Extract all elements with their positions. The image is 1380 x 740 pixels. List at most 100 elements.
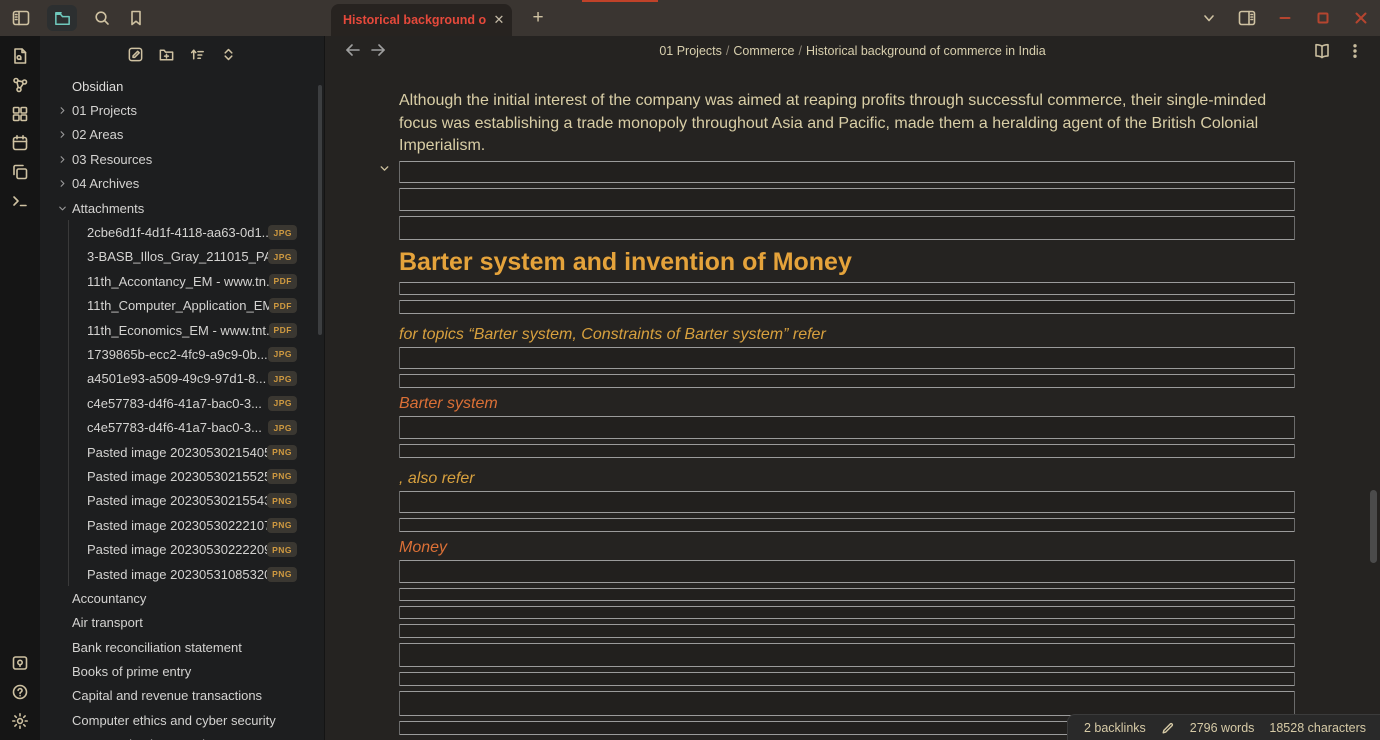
- breadcrumb-item[interactable]: Commerce: [733, 44, 794, 58]
- breadcrumb-separator: /: [798, 44, 802, 58]
- file-item[interactable]: 11th_Accontancy_EM - www.tn... PDF: [87, 269, 324, 293]
- file-name: c4e57783-d4f6-41a7-bac0-3...: [87, 420, 262, 436]
- embed-placeholder: [399, 671, 1295, 686]
- chevron-right-icon: [57, 178, 68, 189]
- note-item[interactable]: Bank reconciliation statement: [40, 635, 324, 659]
- file-item[interactable]: Pasted image 20230530222107 PNG: [87, 513, 324, 537]
- note-item[interactable]: Capital and revenue transactions: [40, 684, 324, 708]
- vault-switcher-icon[interactable]: [11, 654, 29, 672]
- file-name: Pasted image 20230530215543: [87, 493, 268, 509]
- sidebar-folder-04-archives[interactable]: 04 Archives: [40, 172, 324, 196]
- file-item[interactable]: c4e57783-d4f6-41a7-bac0-3... JPG: [87, 415, 324, 439]
- vault-title: Obsidian: [72, 78, 124, 94]
- panel-right-icon[interactable]: [1238, 9, 1256, 27]
- maximize-icon[interactable]: [1314, 9, 1332, 27]
- sidebar-folder-03-resources[interactable]: 03 Resources: [40, 147, 324, 171]
- new-tab-button[interactable]: +: [522, 0, 554, 36]
- tab-close-icon[interactable]: ✕: [486, 12, 512, 28]
- close-icon[interactable]: [1352, 9, 1370, 27]
- file-type-badge: PNG: [267, 517, 297, 533]
- note-item[interactable]: Accountancy: [40, 586, 324, 610]
- editor-scrollbar[interactable]: [1370, 490, 1377, 563]
- file-item[interactable]: c4e57783-d4f6-41a7-bac0-3... JPG: [87, 391, 324, 415]
- help-icon[interactable]: [11, 683, 29, 701]
- sidebar-scrollbar[interactable]: [318, 85, 322, 335]
- file-name: 3-BASB_Illos_Gray_211015_PAR...: [87, 249, 268, 265]
- breadcrumb: 01 Projects / Commerce / Historical backgrou…: [659, 44, 1045, 58]
- embed-placeholder: [399, 559, 1295, 583]
- internal-link[interactable]: Barter system: [399, 395, 498, 412]
- file-item[interactable]: 11th_Economics_EM - www.tnt... PDF: [87, 318, 324, 342]
- embed-placeholder: [399, 187, 1295, 211]
- collapse-all-icon[interactable]: [220, 46, 237, 63]
- daily-note-icon[interactable]: [11, 134, 29, 152]
- file-item[interactable]: Pasted image 20230530215525 PNG: [87, 464, 324, 488]
- file-item[interactable]: 3-BASB_Illos_Gray_211015_PAR...JPG: [87, 245, 324, 269]
- obsidian-window: { "titlebar": { "tab": { "title": "Histo…: [0, 0, 1380, 740]
- file-item[interactable]: 1739865b-ecc2-4fc9-a9c9-0b... JPG: [87, 342, 324, 366]
- sort-order-icon[interactable]: [189, 46, 206, 63]
- file-type-badge: JPG: [268, 346, 297, 362]
- file-explorer-tab-button[interactable]: [47, 5, 77, 31]
- embed-group: [399, 281, 1295, 314]
- search-icon[interactable]: [93, 9, 111, 27]
- quick-switcher-icon[interactable]: [11, 47, 29, 65]
- embed-group: [399, 415, 1295, 458]
- embed-placeholder: [399, 642, 1295, 667]
- file-name: 1739865b-ecc2-4fc9-a9c9-0b...: [87, 346, 268, 362]
- sidebar-folder-01-projects[interactable]: 01 Projects: [40, 98, 324, 122]
- file-name: Pasted image 20230530215525: [87, 468, 268, 484]
- pencil-icon[interactable]: [1161, 721, 1175, 735]
- internal-link[interactable]: Money: [399, 539, 447, 556]
- file-explorer-sidebar: Obsidian 01 Projects 02 Areas 03 Resources 0…: [40, 36, 325, 740]
- canvas-icon[interactable]: [11, 105, 29, 123]
- embed-placeholder: [399, 587, 1295, 601]
- attachments-children: 2cbe6d1f-4d1f-4118-aa63-0d1... JPG 3-BASB_…: [68, 220, 324, 587]
- note-item[interactable]: Computerised accounting: [40, 733, 324, 740]
- file-item[interactable]: Pasted image 20230530215543 PNG: [87, 489, 324, 513]
- file-item[interactable]: a4501e93-a509-49c9-97d1-8... JPG: [87, 367, 324, 391]
- back-arrow-icon[interactable]: [343, 40, 363, 60]
- terminal-icon[interactable]: [11, 192, 29, 210]
- file-name: Pasted image 20230530215405: [87, 444, 268, 460]
- panel-left-icon[interactable]: [12, 9, 30, 27]
- settings-icon[interactable]: [11, 712, 29, 730]
- chevron-down-icon[interactable]: [1200, 9, 1218, 27]
- breadcrumb-item[interactable]: Historical background of commerce in Ind…: [806, 44, 1046, 58]
- embed-placeholder: [399, 443, 1295, 458]
- note-paragraph: Although the initial interest of the com…: [399, 92, 1267, 155]
- breadcrumb-item[interactable]: 01 Projects: [659, 44, 722, 58]
- folder-label: Attachments: [72, 200, 145, 216]
- file-item[interactable]: 11th_Computer_Application_EM... PDF: [87, 294, 324, 318]
- new-note-icon[interactable]: [127, 46, 144, 63]
- folder-label: 04 Archives: [72, 176, 140, 192]
- forward-arrow-icon[interactable]: [368, 40, 388, 60]
- note-item[interactable]: Computer ethics and cyber security: [40, 708, 324, 732]
- templates-icon[interactable]: [11, 163, 29, 181]
- sidebar-folder-02-areas[interactable]: 02 Areas: [40, 123, 324, 147]
- embed-group: [380, 160, 1295, 240]
- new-folder-icon[interactable]: [158, 46, 175, 63]
- file-item[interactable]: 2cbe6d1f-4d1f-4118-aa63-0d1... JPG: [87, 220, 324, 244]
- file-item[interactable]: Pasted image 20230531085320 PNG: [87, 562, 324, 586]
- tab-historical-background[interactable]: Historical background o... ✕: [331, 4, 512, 36]
- fold-chevron-icon[interactable]: [378, 162, 391, 175]
- sidebar-folder-attachments[interactable]: Attachments: [40, 196, 324, 220]
- backlinks-count[interactable]: 2 backlinks: [1084, 721, 1146, 735]
- file-item[interactable]: Pasted image 20230530215405 PNG: [87, 440, 324, 464]
- open-book-icon[interactable]: [1313, 42, 1331, 60]
- tab-title: Historical background o...: [343, 13, 486, 27]
- file-name: 11th_Economics_EM - www.tnt...: [87, 322, 269, 338]
- note-item[interactable]: Books of prime entry: [40, 659, 324, 683]
- file-type-badge: PNG: [267, 542, 297, 558]
- more-options-icon[interactable]: [1346, 42, 1364, 60]
- file-type-badge: PDF: [268, 322, 297, 338]
- titlebar: Historical background o... ✕ +: [0, 0, 1380, 36]
- note-item[interactable]: Air transport: [40, 611, 324, 635]
- embed-group: [399, 346, 1295, 388]
- minimize-icon[interactable]: [1276, 9, 1294, 27]
- file-item[interactable]: Pasted image 20230530222209 PNG: [87, 537, 324, 561]
- graph-icon[interactable]: [11, 76, 29, 94]
- bookmark-icon[interactable]: [127, 9, 145, 27]
- note-italic-text: for topics “Barter system, Constraints o…: [399, 325, 826, 343]
